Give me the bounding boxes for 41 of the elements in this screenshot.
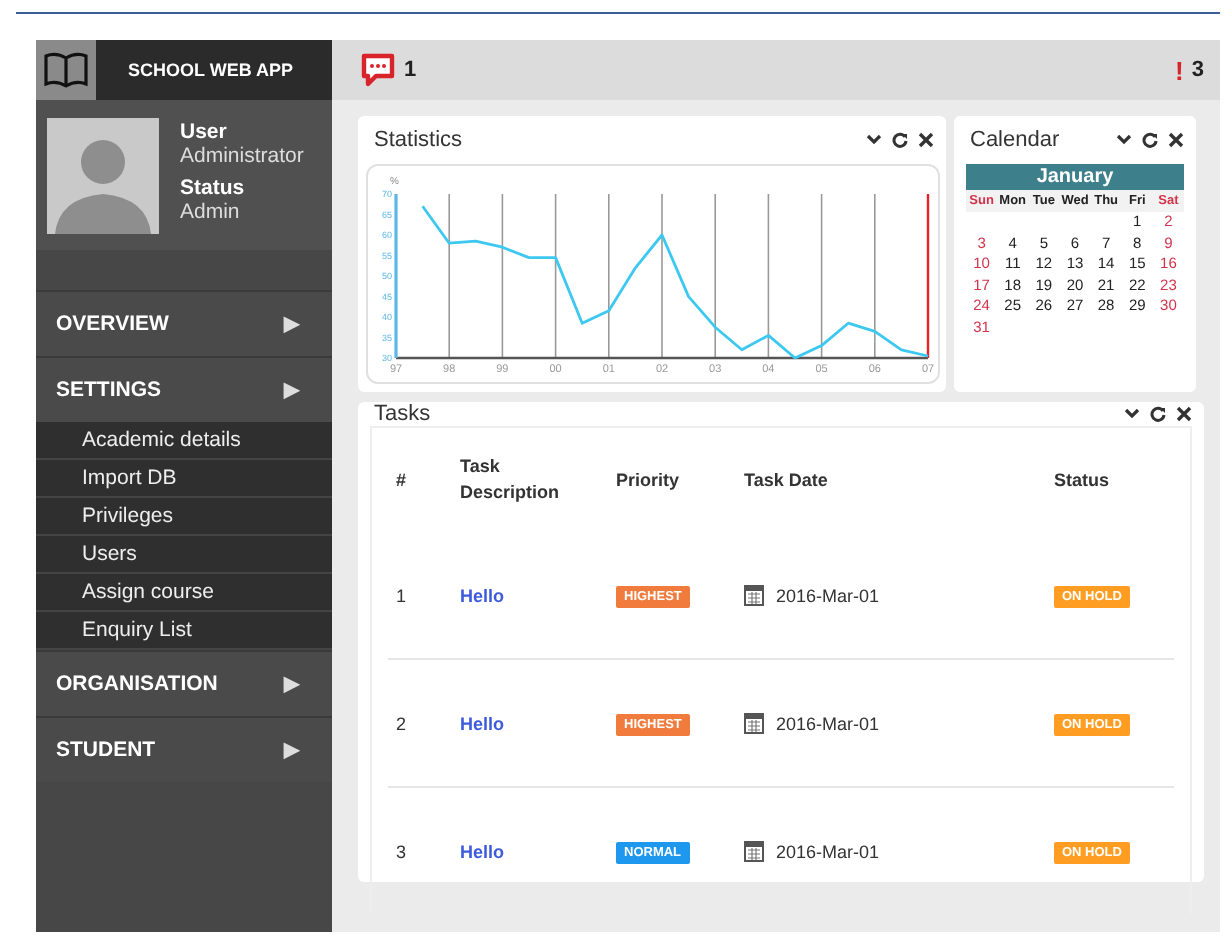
collapse-icon[interactable] xyxy=(1124,406,1140,422)
status-value: Admin xyxy=(180,199,242,223)
collapse-icon[interactable] xyxy=(866,132,882,148)
task-link[interactable]: Hello xyxy=(460,585,505,605)
chat-icon[interactable] xyxy=(360,52,396,88)
user-label: User xyxy=(180,119,229,143)
column-header: Task Description xyxy=(460,454,562,506)
table-cell: 2016-Mar-01 xyxy=(776,841,880,861)
task-link[interactable]: Hello xyxy=(460,841,505,861)
status-label: Status xyxy=(180,175,247,199)
table-cell-text: 1 xyxy=(394,585,409,605)
book-icon xyxy=(44,52,88,88)
table-cell: 2016-Mar-01 xyxy=(776,585,880,605)
app-title: SCHOOL WEB APP xyxy=(128,60,294,80)
table-cell-text: 2 xyxy=(394,713,409,733)
collapse-icon[interactable] xyxy=(1116,132,1132,148)
close-icon[interactable] xyxy=(1176,406,1192,422)
table-cell: 2016-Mar-01 xyxy=(776,713,880,733)
calendar-icon xyxy=(744,712,764,734)
calendar-icon xyxy=(744,584,764,606)
user-value: Administrator xyxy=(180,143,304,167)
refresh-icon[interactable] xyxy=(1142,132,1158,148)
refresh-icon[interactable] xyxy=(1150,406,1166,422)
panel-title: Statistics xyxy=(374,128,463,152)
alert-count: 3 xyxy=(1191,58,1204,82)
column-header: Task Date xyxy=(744,470,830,490)
table-cell-text: 3 xyxy=(394,841,409,861)
alert-icon[interactable]: ! xyxy=(1175,55,1184,85)
close-icon[interactable] xyxy=(918,132,934,148)
panel-title: Tasks xyxy=(374,402,431,426)
message-count: 1 xyxy=(404,58,417,82)
month-header: January xyxy=(966,164,1184,190)
avatar xyxy=(46,117,160,233)
task-link[interactable]: Hello xyxy=(460,713,505,733)
calendar-icon xyxy=(744,840,764,862)
refresh-icon[interactable] xyxy=(892,132,908,148)
panel-title: Calendar xyxy=(970,128,1060,152)
close-icon[interactable] xyxy=(1168,132,1184,148)
column-header: Priority xyxy=(616,470,682,490)
column-header: Status xyxy=(1054,470,1112,490)
column-header: # xyxy=(394,470,409,490)
